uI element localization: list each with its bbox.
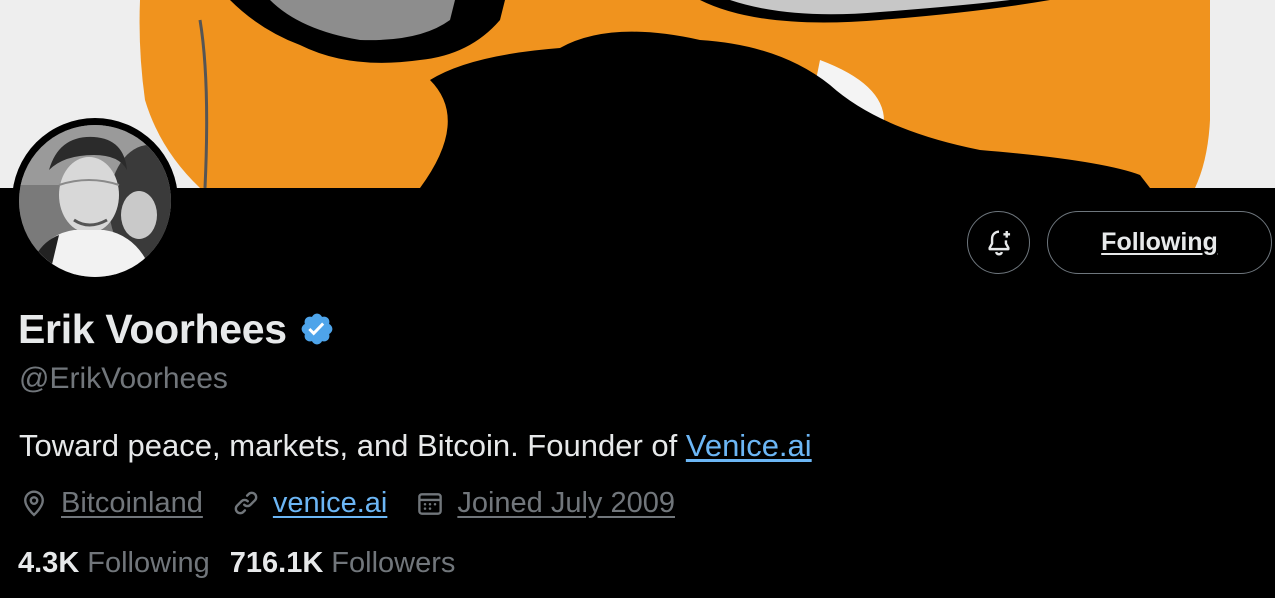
following-stat[interactable]: 4.3K Following bbox=[18, 547, 210, 580]
name-row: Erik Voorhees bbox=[18, 303, 335, 355]
following-label: Following bbox=[87, 546, 210, 579]
avatar-photo bbox=[19, 125, 171, 277]
joined-item: Joined July 2009 bbox=[415, 487, 675, 520]
bio-link[interactable]: Venice.ai bbox=[686, 428, 812, 463]
bio-text: Toward peace, markets, and Bitcoin. Foun… bbox=[19, 428, 686, 463]
website-link[interactable]: venice.ai bbox=[273, 487, 387, 520]
follow-stats: 4.3K Following 716.1K Followers bbox=[18, 543, 455, 583]
following-count: 4.3K bbox=[18, 546, 80, 579]
website-item: venice.ai bbox=[231, 487, 387, 520]
joined-text: Joined July 2009 bbox=[457, 486, 675, 519]
avatar[interactable] bbox=[19, 125, 171, 277]
display-name: Erik Voorhees bbox=[18, 305, 287, 352]
location-item: Bitcoinland bbox=[19, 487, 203, 520]
banner-illustration bbox=[0, 0, 1275, 188]
following-button[interactable]: Following bbox=[1047, 211, 1272, 274]
bell-plus-icon bbox=[987, 229, 1010, 255]
location-pin-icon bbox=[24, 490, 44, 517]
notifications-button[interactable] bbox=[967, 211, 1030, 274]
followers-count: 716.1K bbox=[229, 546, 324, 579]
handle: @ErikVoorhees bbox=[19, 362, 228, 395]
profile-banner[interactable] bbox=[0, 0, 1275, 188]
followers-label: Followers bbox=[331, 546, 456, 579]
followers-stat[interactable]: 716.1K Followers bbox=[230, 547, 456, 580]
profile-meta: Bitcoinland venice.ai Joined July 2009 bbox=[19, 482, 703, 524]
calendar-icon bbox=[418, 493, 443, 515]
bio: Toward peace, markets, and Bitcoin. Foun… bbox=[19, 428, 812, 464]
verified-badge-icon[interactable] bbox=[299, 311, 335, 347]
link-icon bbox=[234, 491, 258, 515]
location-text[interactable]: Bitcoinland bbox=[61, 487, 203, 520]
